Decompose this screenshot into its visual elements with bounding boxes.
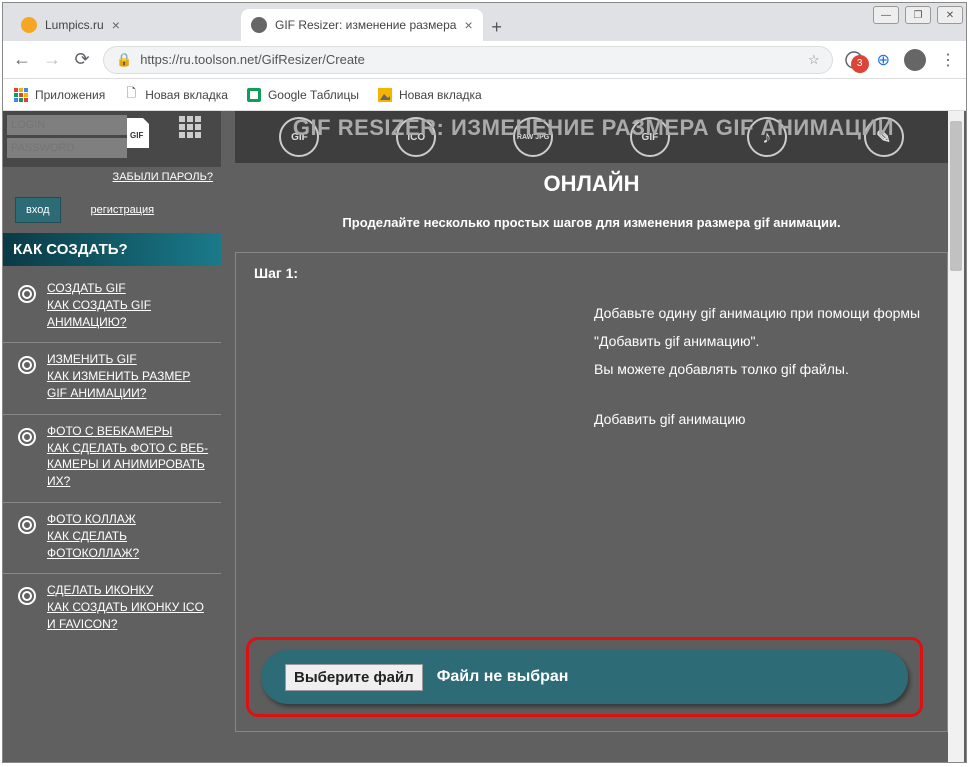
step-heading: Шаг 1: bbox=[254, 265, 929, 281]
page-viewport: GIF ЗАБЫЛИ ПАРОЛЬ? вход регистрация КАК … bbox=[3, 111, 966, 762]
page-subtitle: Проделайте несколько простых шагов для и… bbox=[235, 215, 948, 230]
sidebar-item-create-gif[interactable]: СОЗДАТЬ GIFКАК СОЗДАТЬ GIF АНИМАЦИЮ? bbox=[3, 272, 221, 343]
upload-highlight: Выберите файл Файл не выбран bbox=[246, 637, 923, 717]
browser-tab-gifresizer[interactable]: GIF Resizer: изменение размера × bbox=[241, 9, 483, 41]
sidebar-list: СОЗДАТЬ GIFКАК СОЗДАТЬ GIF АНИМАЦИЮ? ИЗМ… bbox=[3, 266, 221, 651]
window-controls: — ❐ ✕ bbox=[873, 6, 963, 24]
extension-icon[interactable]: 3 bbox=[845, 51, 863, 69]
image-icon bbox=[377, 87, 393, 103]
sidebar-header: КАК СОЗДАТЬ? bbox=[3, 233, 221, 266]
forgot-password-link[interactable]: ЗАБЫЛИ ПАРОЛЬ? bbox=[3, 167, 221, 187]
bookmark-label: Новая вкладка bbox=[145, 88, 228, 102]
sidebar: GIF ЗАБЫЛИ ПАРОЛЬ? вход регистрация КАК … bbox=[3, 111, 221, 762]
forward-button[interactable]: → bbox=[43, 49, 61, 70]
login-input[interactable] bbox=[7, 115, 127, 135]
apps-icon bbox=[13, 87, 29, 103]
favicon-icon bbox=[21, 17, 37, 33]
spiral-icon bbox=[17, 586, 37, 606]
bookmarks-bar: Приложения 🗋 Новая вкладка Google Таблиц… bbox=[3, 79, 966, 111]
spiral-icon bbox=[17, 284, 37, 304]
maximize-button[interactable]: ❐ bbox=[905, 6, 931, 24]
step-instructions: Добавьте одину gif анимацию при помощи ф… bbox=[594, 299, 929, 433]
browser-tab-lumpics[interactable]: Lumpics.ru × bbox=[11, 9, 241, 41]
star-icon[interactable]: ☆ bbox=[808, 52, 820, 68]
close-tab-icon[interactable]: × bbox=[464, 17, 472, 33]
sidebar-item-collage[interactable]: ФОТО КОЛЛАЖКАК СДЕЛАТЬ ФОТОКОЛЛАЖ? bbox=[3, 503, 221, 574]
password-input[interactable] bbox=[7, 138, 127, 158]
sidebar-item-icon[interactable]: СДЕЛАТЬ ИКОНКУКАК СОЗДАТЬ ИКОНКУ ICO И F… bbox=[3, 574, 221, 644]
bookmark-label: Google Таблицы bbox=[268, 88, 359, 102]
close-window-button[interactable]: ✕ bbox=[937, 6, 963, 24]
bookmark-newtab1[interactable]: 🗋 Новая вкладка bbox=[123, 87, 228, 103]
file-upload[interactable]: Выберите файл Файл не выбран bbox=[261, 650, 908, 704]
login-button[interactable]: вход bbox=[15, 197, 61, 223]
svg-text:GIF: GIF bbox=[130, 131, 143, 140]
sheets-icon bbox=[246, 87, 262, 103]
bookmark-apps[interactable]: Приложения bbox=[13, 87, 105, 103]
spiral-icon bbox=[17, 355, 37, 375]
new-tab-button[interactable]: + bbox=[483, 13, 511, 41]
lock-icon: 🔒 bbox=[116, 52, 132, 68]
main-content: GIF RESIZER: ИЗМЕНЕНИЕ РАЗМЕРА GIF АНИМА… bbox=[221, 111, 966, 762]
bookmark-newtab2[interactable]: Новая вкладка bbox=[377, 87, 482, 103]
page-title-online: ОНЛАЙН bbox=[235, 171, 948, 197]
login-box: GIF bbox=[3, 111, 221, 167]
tab-title: GIF Resizer: изменение размера bbox=[275, 18, 456, 32]
spiral-icon bbox=[17, 427, 37, 447]
tab-bar: Lumpics.ru × GIF Resizer: изменение разм… bbox=[3, 3, 966, 41]
register-link[interactable]: регистрация bbox=[91, 197, 155, 223]
no-file-label: Файл не выбран bbox=[437, 668, 569, 686]
step1-box: Шаг 1: Добавьте одину gif анимацию при п… bbox=[235, 252, 948, 732]
sidebar-item-webcam[interactable]: ФОТО С ВЕБКАМЕРЫКАК СДЕЛАТЬ ФОТО С ВЕБ-К… bbox=[3, 415, 221, 503]
sidebar-item-resize-gif[interactable]: ИЗМЕНИТЬ GIFКАК ИЗМЕНИТЬ РАЗМЕР GIF АНИМ… bbox=[3, 343, 221, 414]
scrollbar[interactable] bbox=[948, 111, 964, 762]
bookmark-label: Новая вкладка bbox=[399, 88, 482, 102]
page-bg-title: GIF RESIZER: ИЗМЕНЕНИЕ РАЗМЕРА GIF АНИМА… bbox=[221, 115, 966, 141]
bookmark-label: Приложения bbox=[35, 88, 105, 102]
spiral-icon bbox=[17, 515, 37, 535]
globe-icon[interactable]: ⊕ bbox=[877, 50, 890, 70]
scrollbar-thumb[interactable] bbox=[950, 121, 962, 271]
extension-badge: 3 bbox=[851, 55, 869, 73]
back-button[interactable]: ← bbox=[13, 49, 31, 70]
choose-file-button[interactable]: Выберите файл bbox=[285, 664, 423, 691]
tab-title: Lumpics.ru bbox=[45, 18, 104, 32]
grid-icon bbox=[179, 116, 207, 144]
minimize-button[interactable]: — bbox=[873, 6, 899, 24]
url-text: https://ru.toolson.net/GifResizer/Create bbox=[140, 52, 365, 67]
url-input[interactable]: 🔒 https://ru.toolson.net/GifResizer/Crea… bbox=[103, 46, 833, 74]
reload-button[interactable]: ⟳ bbox=[73, 49, 91, 70]
favicon-icon bbox=[251, 17, 267, 33]
bookmark-sheets[interactable]: Google Таблицы bbox=[246, 87, 359, 103]
address-bar: ← → ⟳ 🔒 https://ru.toolson.net/GifResize… bbox=[3, 41, 966, 79]
page-icon: 🗋 bbox=[123, 87, 139, 103]
close-tab-icon[interactable]: × bbox=[112, 17, 120, 33]
profile-avatar[interactable] bbox=[904, 49, 926, 71]
gif-file-icon: GIF bbox=[123, 116, 153, 150]
menu-icon[interactable]: ⋮ bbox=[940, 50, 956, 70]
